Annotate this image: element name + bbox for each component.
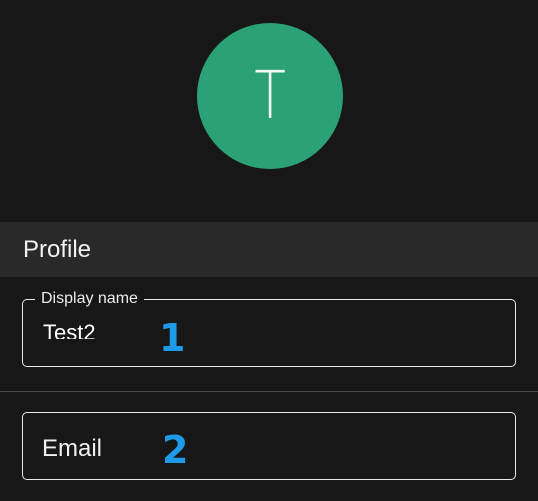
display-name-label: Display name [35, 289, 144, 309]
profile-section-header: Profile [0, 222, 538, 277]
section-divider [0, 391, 538, 392]
email-field[interactable]: Email [22, 412, 516, 480]
section-title: Profile [23, 235, 92, 263]
annotation-marker-1: 1 [159, 316, 186, 360]
email-input[interactable]: Email [42, 435, 102, 463]
display-name-input[interactable]: Test2 [43, 321, 96, 339]
profile-avatar[interactable]: T [197, 23, 343, 169]
avatar-initial: T [254, 57, 286, 134]
annotation-marker-2: 2 [162, 428, 189, 472]
display-name-field[interactable]: Display name Test2 [22, 289, 516, 367]
